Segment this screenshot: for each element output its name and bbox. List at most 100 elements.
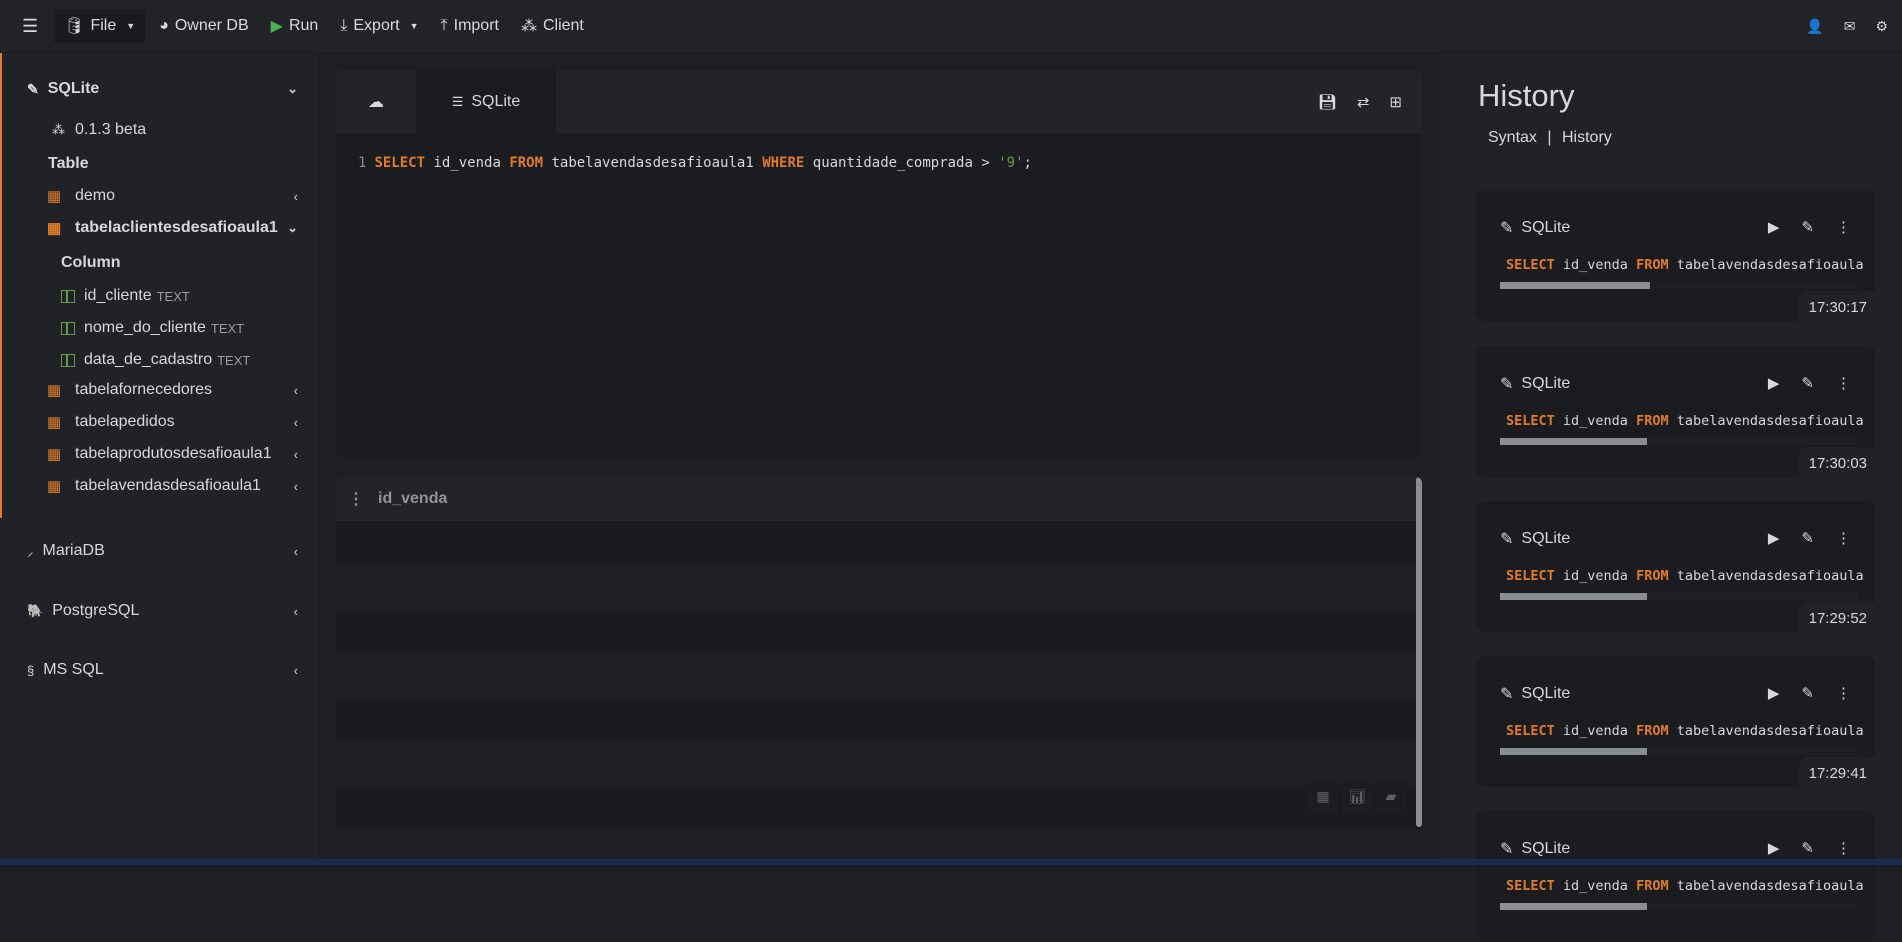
table-icon: ▦ [47,446,62,463]
play-icon[interactable]: ▶ [1768,218,1780,236]
history-link[interactable]: History [1562,129,1612,146]
play-icon[interactable]: ▶ [1768,374,1780,392]
feather-icon: ✎ [27,80,39,97]
import-button[interactable]: ⤒ Import [441,9,499,43]
code-token: tabelavendasdesafioaula1 [543,155,763,171]
pencil-icon: ✎ [1500,220,1514,237]
save-icon[interactable]: 💾︎ [1318,93,1337,111]
history-title: History [1478,78,1575,113]
table-item[interactable]: ▦ demo ‹ [0,182,318,210]
column-item[interactable]: id_cliente TEXT [0,282,318,310]
history-db: SQLite [1521,530,1571,547]
sidebar-item-sqlite[interactable]: ✎ SQLite ⌄ [0,73,318,105]
sql-editor-panel: ☁ ☰ SQLite 💾︎ ⇄ ⊞ 1 SELECT id_venda FROM t… [336,70,1422,458]
column-menu-icon[interactable]: ⋮ [348,489,364,509]
tab-sqlite[interactable]: ☰ SQLite [416,70,556,133]
history-card[interactable]: ✎ SQLite ▶ ✎ ⋮ SELECT id_venda FROM tabelav… [1476,811,1875,942]
chevron-left-icon: ‹ [293,382,298,398]
more-icon[interactable]: ⋮ [1836,684,1851,702]
database-icon: 🛢 [64,18,85,35]
history-scrollbar[interactable] [1500,748,1858,755]
line-number: 1 [358,155,367,171]
tab-cloud[interactable]: ☁ [336,70,416,133]
history-query: SELECT id_venda FROM tabelavendasdesafio… [1506,257,1864,273]
code-token: SELECT [374,155,426,171]
table-item[interactable]: ▦ tabelafornecedores ‹ [0,376,318,404]
sidebar: ✎ SQLite ⌄ ⁂ 0.1.3 beta Table ▦ demo ‹ ▦ tabel… [0,53,318,865]
column-icon [61,353,75,367]
table-item[interactable]: ▦ tabelavendasdesafioaula1 ‹ [0,472,318,500]
chevron-left-icon: ‹ [293,446,298,462]
play-icon[interactable]: ▶ [1768,529,1780,547]
table-icon: ▦ [47,220,62,237]
table-view-button[interactable]: ▦ [1308,780,1338,812]
history-scrollbar[interactable] [1500,282,1858,289]
table-item[interactable]: ▦ tabelaprodutosdesafioaula1 ‹ [0,440,318,468]
history-time: 17:30:03 [1798,447,1875,477]
sidebar-item-mariadb[interactable]: ⸝ MariaDB ‹ [0,535,318,567]
code-token: '9' [998,155,1024,171]
column-heading: Column [61,254,121,271]
edit-icon[interactable]: ✎ [1801,839,1814,857]
history-card[interactable]: ✎ SQLite ▶ ✎ ⋮ SELECT id_venda FROM tabelav… [1476,346,1875,477]
column-item[interactable]: nome_do_cliente TEXT [0,314,318,342]
chevron-left-icon: ‹ [293,478,298,494]
globe-icon: ◕ [159,17,169,34]
play-icon[interactable]: ▶ [1768,684,1780,702]
editor-tabs: ☁ ☰ SQLite 💾︎ ⇄ ⊞ [336,70,1422,133]
column-header-id-venda[interactable]: id_venda [378,490,447,508]
book-view-button[interactable]: ▰ [1376,780,1406,812]
menu-button[interactable]: ☰ [22,9,38,43]
table-item[interactable]: ▦ tabelaclientesdesafioaula1 ⌄ [0,214,318,242]
owner-db-button[interactable]: ◕ Owner DB [159,9,248,43]
client-button[interactable]: ⁂ Client [521,9,584,43]
sidebar-item-mssql[interactable]: § MS SQL ‹ [0,654,318,686]
chevron-down-icon: ⌄ [287,81,298,96]
history-query: SELECT id_venda FROM tabelavendasdesafio… [1506,413,1864,429]
edit-icon[interactable]: ✎ [1801,529,1814,547]
more-icon[interactable]: ⋮ [1836,839,1851,857]
edit-icon[interactable]: ✎ [1801,218,1814,236]
cloud-icon: ☁ [368,93,384,111]
more-icon[interactable]: ⋮ [1836,529,1851,547]
sidebar-item-postgresql[interactable]: 🐘 PostgreSQL ‹ [0,595,318,627]
column-item[interactable]: data_de_cadastro TEXT [0,346,318,374]
edit-icon[interactable]: ✎ [1801,684,1814,702]
chart-view-button[interactable]: 📊︎ [1342,780,1372,812]
table-icon: ▦ [47,188,62,205]
refresh-icon[interactable]: ⇄ [1357,93,1370,111]
history-card[interactable]: ✎ SQLite ▶ ✎ ⋮ SELECT id_venda FROM tabelav… [1476,501,1875,632]
bar-chart-icon: 📊︎ [1348,787,1366,804]
file-menu[interactable]: 🛢 File ▼ [54,9,146,43]
table-item[interactable]: ▦ tabelapedidos ‹ [0,408,318,436]
history-scrollbar[interactable] [1500,438,1858,445]
syntax-link[interactable]: Syntax [1488,129,1537,146]
chevron-left-icon: ‹ [293,414,298,430]
play-icon: ▶ [270,18,283,35]
more-icon[interactable]: ⋮ [1836,218,1851,236]
envelope-icon[interactable]: ✉ [1844,18,1856,35]
history-time: 17:29:41 [1798,757,1875,787]
history-card[interactable]: ✎ SQLite ▶ ✎ ⋮ SELECT id_venda FROM tabelav… [1476,656,1875,787]
table-row [336,697,1422,741]
sql-code-input[interactable]: 1 SELECT id_venda FROM tabelavendasdesafi… [336,133,1422,193]
history-scrollbar[interactable] [1500,593,1858,600]
play-icon[interactable]: ▶ [1768,839,1780,857]
export-menu[interactable]: ⤓ Export ▼ [340,9,418,43]
results-scrollbar[interactable] [1416,477,1422,827]
history-scrollbar[interactable] [1500,903,1858,910]
edit-icon[interactable]: ✎ [1801,374,1814,392]
history-card[interactable]: ✎ SQLite ▶ ✎ ⋮ SELECT id_venda FROM tabelav… [1476,190,1875,321]
table-row [336,565,1422,609]
more-icon[interactable]: ⋮ [1836,374,1851,392]
plus-square-icon[interactable]: ⊞ [1389,93,1402,111]
table-icon: ▦ [47,414,62,431]
table-row [336,609,1422,653]
pencil-icon: ✎ [1500,376,1514,393]
user-icon[interactable]: 👤 [1806,18,1823,35]
results-panel: ⋮ id_venda ▦ 📊︎ ▰ [336,477,1422,837]
gear-icon[interactable]: ⚙ [1875,18,1888,35]
column-icon [61,321,75,335]
run-button[interactable]: ▶ Run [271,9,319,43]
book-icon: ▰ [1385,787,1397,804]
